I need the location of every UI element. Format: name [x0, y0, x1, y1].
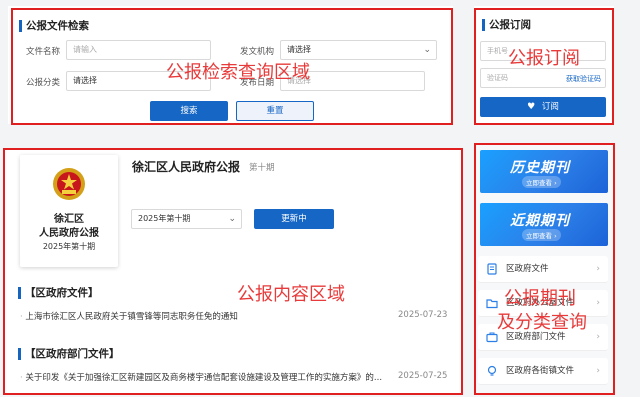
search-area-annotation: 公报检索查询区域 [166, 62, 310, 83]
reset-button[interactable]: 重置 [236, 101, 314, 121]
list-item-date: 2025-07-23 [398, 310, 448, 320]
cover-issue: 2025年第十期 [42, 242, 96, 251]
issue-select-value: 2025年第十期 [138, 214, 191, 223]
chevron-right-icon: › [596, 264, 600, 274]
get-code-link[interactable]: 获取验证码 [566, 74, 601, 84]
section-title-dept: 【区政府部门文件】 [18, 348, 120, 360]
subscribe-title: 公报订阅 [482, 19, 531, 31]
subscribe-area-annotation: 公报订阅 [508, 48, 580, 69]
list-item[interactable]: · 上海市徐汇区人民政府关于镇雪锋等同志职务任免的通知 [20, 310, 238, 322]
bulletin-issue: 第十期 [249, 163, 275, 173]
category-select-value: 请选择 [73, 76, 97, 85]
heart-icon: ♥ [527, 102, 536, 112]
file-name-input[interactable]: 请输入 [66, 40, 211, 60]
lightbulb-icon [487, 365, 497, 376]
category-label: 公报分类 [26, 78, 61, 88]
bulletin-cover[interactable]: 徐汇区 人民政府公报 2025年第十期 [20, 155, 118, 267]
recent-banner-link: 立即查看 › [522, 229, 561, 241]
periodical-area-annotation-line2: 及分类查询 [497, 312, 587, 333]
national-emblem-icon [53, 168, 85, 200]
section-title-district-gov: 【区政府文件】 [18, 287, 99, 299]
file-name-label: 文件名称 [26, 47, 61, 57]
list-item-text: 上海市徐汇区人民政府关于镇雪锋等同志职务任免的通知 [25, 312, 238, 322]
periodical-area-annotation-line1: 公报期刊 [504, 288, 576, 309]
list-item-date: 2025-07-25 [398, 371, 448, 381]
history-periodical-banner[interactable]: 历史期刊 立即查看 › [480, 150, 608, 193]
document-icon [487, 263, 497, 275]
search-title: 公报文件检索 [19, 20, 89, 32]
recent-banner-title: 近期期刊 [510, 213, 570, 229]
agency-select-value: 请选择 [287, 45, 311, 54]
content-area-annotation: 公报内容区域 [237, 284, 345, 305]
history-banner-link: 立即查看 › [522, 176, 561, 188]
category-item-street[interactable]: 区政府各街镇文件 › [478, 358, 608, 385]
subscribe-button[interactable]: ♥ 订阅 [480, 97, 606, 117]
issue-select[interactable]: 2025年第十期 ⌄ [131, 209, 242, 229]
agency-label: 发文机构 [240, 47, 275, 57]
subscribe-button-label: 订阅 [541, 102, 559, 112]
category-item-district-gov[interactable]: 区政府文件 › [478, 256, 608, 283]
chevron-right-icon: › [596, 298, 600, 308]
list-item[interactable]: · 关于印发《关于加强徐汇区新建园区及商务楼宇通信配套设施建设及管理工作的实施方… [20, 371, 382, 383]
history-banner-title: 历史期刊 [510, 160, 570, 176]
search-button[interactable]: 搜索 [150, 101, 228, 121]
updating-button[interactable]: 更新中 [254, 209, 334, 229]
list-item-text: 关于印发《关于加强徐汇区新建园区及商务楼宇通信配套设施建设及管理工作的实施方案》… [25, 373, 383, 383]
bulletin-title: 徐汇区人民政府公报 [132, 160, 241, 174]
chevron-down-icon: ⌄ [228, 214, 236, 224]
category-label: 区政府各街镇文件 [506, 366, 575, 376]
chevron-right-icon: › [596, 332, 600, 342]
chevron-down-icon: ⌄ [423, 45, 431, 55]
chevron-right-icon: › [596, 366, 600, 376]
cover-line1: 徐汇区 [54, 214, 84, 225]
cover-line2: 人民政府公报 [39, 228, 99, 239]
agency-select[interactable]: 请选择 ⌄ [280, 40, 437, 60]
folder-icon [486, 299, 498, 309]
category-label: 区政府文件 [506, 264, 549, 274]
recent-periodical-banner[interactable]: 近期期刊 立即查看 › [480, 203, 608, 246]
